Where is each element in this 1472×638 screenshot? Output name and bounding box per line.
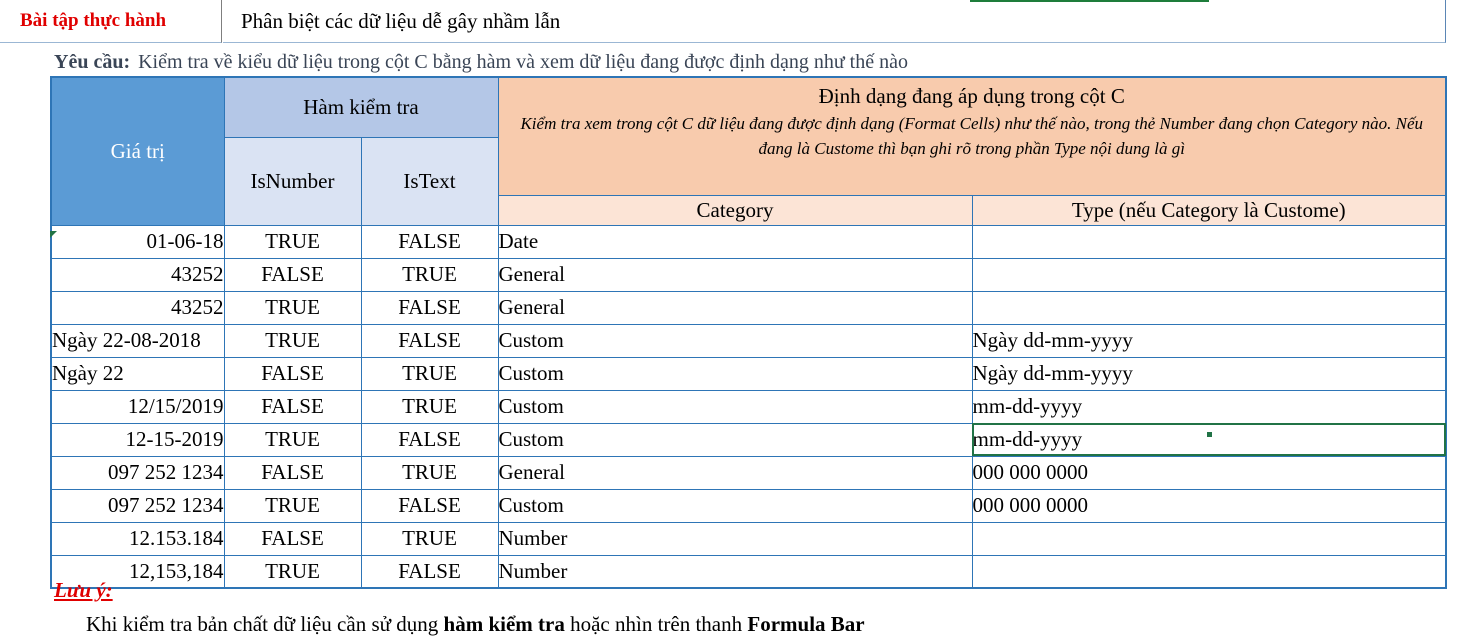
cell-type[interactable]: 000 000 0000 [971,455,1447,490]
cell-type[interactable] [971,521,1447,556]
cell-category[interactable]: Custom [497,323,973,358]
cell-istext[interactable]: TRUE [360,521,499,556]
fill-handle[interactable] [1207,432,1212,437]
cell-value[interactable]: 12.153.184 [50,521,225,556]
note-text[interactable]: Khi kiểm tra bản chất dữ liệu cần sử dụn… [86,612,865,637]
error-indicator-icon [50,231,57,238]
table-row: 12-15-2019 TRUE FALSE Custom mm-dd-yyyy [50,422,1447,457]
header-category[interactable]: Category [497,194,973,226]
cell-value[interactable]: 12-15-2019 [50,422,225,457]
cell-isnumber[interactable]: FALSE [223,356,362,391]
table-row: 097 252 1234 FALSE TRUE General 000 000 0000 [50,455,1447,490]
cell-value[interactable]: Ngày 22-08-2018 [50,323,225,358]
table-row: 12.153.184 FALSE TRUE Number [50,521,1447,556]
cell-isnumber[interactable]: FALSE [223,455,362,490]
cell-value[interactable]: 097 252 1234 [50,455,225,490]
cell-istext[interactable]: FALSE [360,488,499,523]
header-check-functions[interactable]: Hàm kiểm tra [223,76,499,138]
note-bold-check: hàm kiểm tra [443,612,565,636]
cell-type[interactable] [971,257,1447,292]
note-bold-formula-bar: Formula Bar [747,612,865,636]
cell-istext[interactable]: FALSE [360,290,499,325]
cell-isnumber[interactable]: FALSE [223,521,362,556]
cell-isnumber[interactable]: TRUE [223,554,362,589]
table-row: 01-06-18 TRUE FALSE Date [50,224,1447,259]
cell-type[interactable]: Ngày dd-mm-yyyy [971,323,1447,358]
cell-category[interactable]: Custom [497,488,973,523]
cell-category[interactable]: Custom [497,422,973,457]
cell-isnumber[interactable]: TRUE [223,422,362,457]
cell-isnumber[interactable]: FALSE [223,389,362,424]
cell-isnumber[interactable]: TRUE [223,488,362,523]
requirement-text: Kiểm tra về kiểu dữ liệu trong cột C bằn… [138,50,908,73]
table-row: 097 252 1234 TRUE FALSE Custom 000 000 0000 [50,488,1447,523]
cell-category[interactable]: Date [497,224,973,259]
cell-type[interactable]: Ngày dd-mm-yyyy [971,356,1447,391]
header-format-title: Định dạng đang áp dụng trong cột C [818,84,1125,108]
note-title[interactable]: Lưu ý: [54,578,113,603]
cell-istext[interactable]: TRUE [360,455,499,490]
cell-category[interactable]: Custom [497,356,973,391]
cell-isnumber[interactable]: FALSE [223,257,362,292]
cell-isnumber[interactable]: TRUE [223,224,362,259]
data-table: Giá trị Hàm kiểm tra Định dạng đang áp d… [50,76,1447,589]
cell-value[interactable]: 097 252 1234 [50,488,225,523]
cell-category[interactable]: General [497,455,973,490]
header-format-description: Kiểm tra xem trong cột C dữ liệu đang đư… [520,114,1424,158]
header-istext[interactable]: IsText [360,136,499,226]
header-type[interactable]: Type (nếu Category là Custome) [971,194,1447,226]
cell-category[interactable]: Custom [497,389,973,424]
cell-isnumber[interactable]: TRUE [223,290,362,325]
header-format[interactable]: Định dạng đang áp dụng trong cột C Kiểm … [497,76,1447,196]
note-text-middle: hoặc nhìn trên thanh [564,612,748,636]
cell-istext[interactable]: FALSE [360,422,499,457]
cell-istext[interactable]: FALSE [360,323,499,358]
cell-value[interactable]: 12/15/2019 [50,389,225,424]
cell-istext[interactable]: TRUE [360,356,499,391]
note-text-before: Khi kiểm tra bản chất dữ liệu cần sử dụn… [86,612,444,636]
exercise-label-cell[interactable]: Bài tập thực hành [0,0,222,43]
requirement-label: Yêu cầu: [54,50,131,73]
cell-value[interactable]: 01-06-18 [50,224,225,259]
cell-value[interactable]: Ngày 22 [50,356,225,391]
cell-category[interactable]: General [497,290,973,325]
table-row: Ngày 22-08-2018 TRUE FALSE Custom Ngày dd-mm… [50,323,1447,358]
cell-istext[interactable]: FALSE [360,554,499,589]
cell-category[interactable]: General [497,257,973,292]
cell-category[interactable]: Number [497,554,973,589]
cell-istext[interactable]: TRUE [360,257,499,292]
table-row: 43252 FALSE TRUE General [50,257,1447,292]
cell-istext[interactable]: TRUE [360,389,499,424]
cell-value[interactable]: 43252 [50,257,225,292]
table-row: Ngày 22 FALSE TRUE Custom Ngày dd-mm-yyyy [50,356,1447,391]
cell-type[interactable] [971,290,1447,325]
cell-type[interactable]: mm-dd-yyyy [971,422,1447,457]
cell-value[interactable]: 43252 [50,290,225,325]
cell-type[interactable] [971,554,1447,589]
cell-type[interactable]: mm-dd-yyyy [971,389,1447,424]
cell-istext[interactable]: FALSE [360,224,499,259]
table-row: 43252 TRUE FALSE General [50,290,1447,325]
exercise-title-cell[interactable]: Phân biệt các dữ liệu dễ gây nhầm lẫn [223,0,1446,43]
header-value[interactable]: Giá trị [50,76,225,226]
table-row: 12,153,184 TRUE FALSE Number [50,554,1447,589]
cell-isnumber[interactable]: TRUE [223,323,362,358]
cell-type[interactable]: 000 000 0000 [971,488,1447,523]
cell-type[interactable] [971,224,1447,259]
requirement-line[interactable]: Yêu cầu: Kiểm tra về kiểu dữ liệu trong … [54,48,908,76]
table-row: 12/15/2019 FALSE TRUE Custom mm-dd-yyyy [50,389,1447,424]
header-isnumber[interactable]: IsNumber [223,136,362,226]
cell-category[interactable]: Number [497,521,973,556]
